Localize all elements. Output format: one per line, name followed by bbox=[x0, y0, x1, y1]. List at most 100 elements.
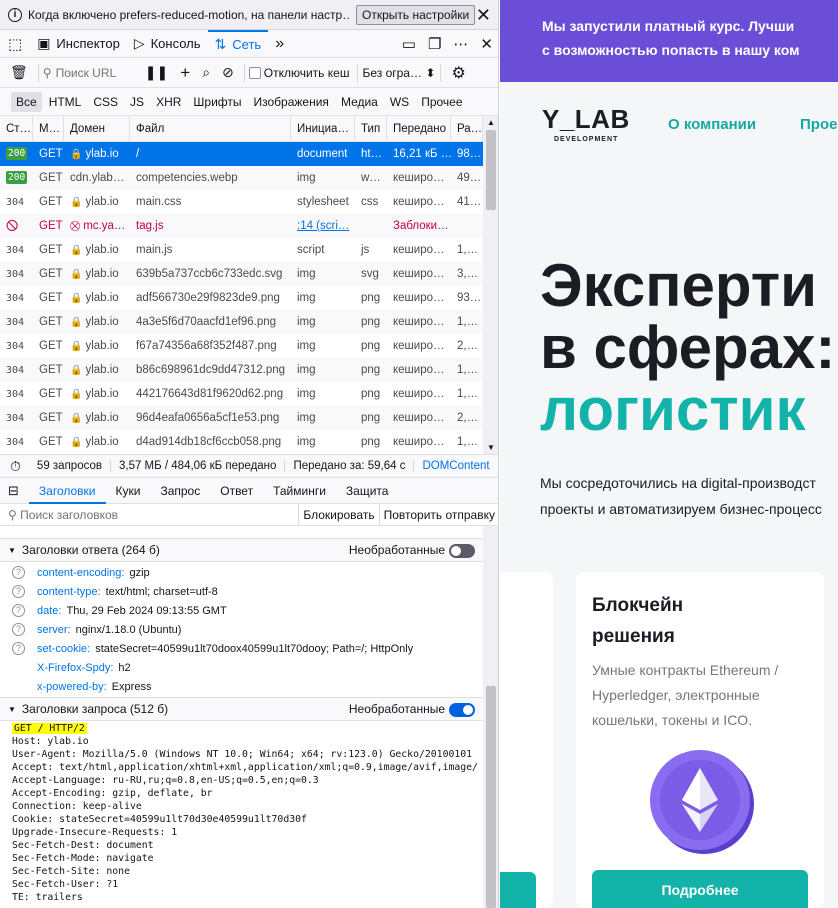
tab-security[interactable]: Защита bbox=[336, 478, 399, 504]
cell-domain: 🔒 ylab.io bbox=[64, 310, 130, 334]
promo-banner[interactable]: Мы запустили платный курс. Лучши с возмо… bbox=[500, 0, 838, 82]
filter-media[interactable]: Медиа bbox=[336, 92, 383, 112]
response-header-row[interactable]: ? date: Thu, 29 Feb 2024 09:13:55 GMT bbox=[0, 601, 483, 620]
col-status[interactable]: Ст… bbox=[0, 116, 33, 142]
response-header-row[interactable]: x-powered-by: Express bbox=[0, 677, 483, 696]
close-icon[interactable]: ✕ bbox=[476, 5, 491, 26]
tab-response[interactable]: Ответ bbox=[210, 478, 263, 504]
tab-console[interactable]: ▷ Консоль bbox=[127, 30, 208, 58]
filter-other[interactable]: Прочее bbox=[416, 92, 467, 112]
tab-request[interactable]: Запрос bbox=[150, 478, 210, 504]
tab-cookies[interactable]: Куки bbox=[106, 478, 151, 504]
scroll-down-icon[interactable]: ▼ bbox=[487, 443, 495, 452]
request-row[interactable]: 🛇 GET ⛒ mc.ya… tag.js:14 (scri… Заблоки… bbox=[0, 214, 483, 238]
trash-icon[interactable]: 🗑 bbox=[10, 64, 28, 81]
tab-console-label: Консоль bbox=[150, 36, 201, 51]
filter-js[interactable]: JS bbox=[125, 92, 149, 112]
request-row[interactable]: 304 GET 🔒 ylab.io f67a74356a68f352f487.png im… bbox=[0, 334, 483, 358]
dock-icon[interactable]: ❐ bbox=[428, 35, 441, 53]
help-icon[interactable]: ? bbox=[12, 642, 25, 655]
sidebar-toggle-icon[interactable]: ⊟ bbox=[8, 483, 19, 499]
raw-response-toggle[interactable] bbox=[449, 544, 475, 558]
cell-method: GET bbox=[39, 388, 63, 400]
filter-css[interactable]: CSS bbox=[88, 92, 123, 112]
search-icon[interactable]: ⌕ bbox=[202, 64, 210, 81]
more-options-icon[interactable]: ⋯ bbox=[453, 35, 468, 53]
throttle-select[interactable]: Без огра… ⬍ bbox=[362, 66, 436, 80]
request-row[interactable]: 304 GET 🔒 ylab.io 442176643d81f9620d62.png im… bbox=[0, 382, 483, 406]
request-row[interactable]: 200 GET cdn.ylab… competencies.webp img w… кеш… bbox=[0, 166, 483, 190]
request-row[interactable]: 200 GET 🔒 ylab.io / document ht… 16,21 кБ … 98… bbox=[0, 142, 483, 166]
resend-button[interactable]: Повторить отправку bbox=[378, 503, 498, 526]
close-devtools-icon[interactable]: ✕ bbox=[480, 35, 493, 53]
more-button[interactable]: Подробнее bbox=[592, 870, 808, 908]
response-header-row[interactable]: ? content-type: text/html; charset=utf-8 bbox=[0, 582, 483, 601]
requests-scrollbar[interactable]: ▲ ▼ bbox=[483, 116, 498, 454]
nav-about[interactable]: О компании bbox=[668, 116, 756, 133]
help-icon[interactable]: ? bbox=[12, 623, 25, 636]
more-tabs-icon[interactable]: » bbox=[268, 30, 291, 58]
card-prev-button[interactable] bbox=[500, 872, 536, 908]
divider bbox=[37, 63, 39, 82]
hero-line-1: Эксперти bbox=[540, 252, 818, 319]
add-icon[interactable]: + bbox=[180, 63, 190, 83]
filter-xhr[interactable]: XHR bbox=[151, 92, 186, 112]
headers-scrollbar[interactable] bbox=[483, 526, 498, 908]
filter-html[interactable]: HTML bbox=[44, 92, 87, 112]
response-header-row[interactable]: ? set-cookie: stateSecret=40599u1lt70doox4… bbox=[0, 639, 483, 658]
gear-icon[interactable]: ⚙ bbox=[451, 63, 465, 83]
response-headers-section[interactable]: ▼ Заголовки ответа (264 б) Необработанны… bbox=[0, 538, 483, 562]
nav-projects[interactable]: Прое bbox=[800, 116, 837, 133]
logo[interactable]: Y_LAB bbox=[542, 104, 630, 135]
col-transferred[interactable]: Передано bbox=[387, 116, 451, 142]
disable-cache-checkbox[interactable]: Отключить кеш bbox=[248, 66, 349, 80]
type-filters: Все HTML CSS JS XHR Шрифты Изображения М… bbox=[0, 88, 498, 116]
col-method[interactable]: М… bbox=[33, 116, 64, 142]
response-header-row[interactable]: X-Firefox-Spdy: h2 bbox=[0, 658, 483, 677]
col-domain[interactable]: Домен bbox=[64, 116, 130, 142]
filter-headers-input[interactable]: ⚲ Поиск заголовков bbox=[0, 508, 298, 522]
col-initiator[interactable]: Инициа… bbox=[291, 116, 355, 142]
tab-headers[interactable]: Заголовки bbox=[28, 478, 106, 504]
block-icon[interactable]: ⊘ bbox=[222, 64, 234, 81]
request-line: GET / HTTP/2 bbox=[12, 723, 87, 734]
filter-headers-placeholder: Поиск заголовков bbox=[20, 507, 119, 522]
block-button[interactable]: Блокировать bbox=[298, 503, 378, 526]
lock-icon: 🔒 bbox=[70, 317, 83, 328]
filter-all[interactable]: Все bbox=[11, 91, 42, 112]
scrollbar-thumb[interactable] bbox=[486, 686, 496, 908]
lock-icon: 🔒 bbox=[70, 341, 83, 352]
element-picker-icon[interactable]: ⬚ bbox=[0, 30, 30, 58]
tab-inspector[interactable]: ▣ Инспектор bbox=[30, 30, 127, 58]
request-row[interactable]: 304 GET 🔒 ylab.io 4a3e5f6d70aacfd1ef96.png im… bbox=[0, 310, 483, 334]
filter-ws[interactable]: WS bbox=[385, 92, 414, 112]
pause-icon[interactable]: ❚❚ bbox=[145, 64, 168, 81]
request-row[interactable]: 304 GET 🔒 ylab.io 96d4eafa0656a5cf1e53.png im… bbox=[0, 406, 483, 430]
tab-network[interactable]: ⇅ Сеть bbox=[207, 29, 269, 58]
help-icon[interactable]: ? bbox=[12, 566, 25, 579]
request-row[interactable]: 304 GET 🔒 ylab.io main.js script js кеширо… 1,… bbox=[0, 238, 483, 262]
request-row[interactable]: 304 GET 🔒 ylab.io d4ad914db18cf6ccb058.png im… bbox=[0, 430, 483, 454]
status-badge: 200 bbox=[6, 147, 28, 161]
request-row[interactable]: 304 GET 🔒 ylab.io adf566730e29f9823de9.png im… bbox=[0, 286, 483, 310]
request-row[interactable]: 304 GET 🔒 ylab.io 639b5a737ccb6c733edc.svg im… bbox=[0, 262, 483, 286]
scroll-up-icon[interactable]: ▲ bbox=[487, 118, 495, 127]
request-row[interactable]: 304 GET 🔒 ylab.io main.css stylesheet css кешир… bbox=[0, 190, 483, 214]
col-file[interactable]: Файл bbox=[130, 116, 291, 142]
open-settings-button[interactable]: Открыть настройки bbox=[356, 4, 476, 25]
response-header-row[interactable]: ? content-encoding: gzip bbox=[0, 563, 483, 582]
col-size[interactable]: Ра… bbox=[451, 116, 483, 142]
filter-fonts[interactable]: Шрифты bbox=[188, 92, 246, 112]
filter-images[interactable]: Изображения bbox=[249, 92, 334, 112]
responsive-design-icon[interactable]: ▭ bbox=[402, 35, 416, 53]
help-icon[interactable]: ? bbox=[12, 585, 25, 598]
request-headers-section[interactable]: ▼ Заголовки запроса (512 б) Необработанн… bbox=[0, 697, 483, 721]
url-filter-input[interactable]: ⚲ Поиск URL bbox=[43, 66, 139, 80]
raw-request-toggle[interactable] bbox=[449, 703, 475, 717]
help-icon[interactable]: ? bbox=[12, 604, 25, 617]
response-header-row[interactable]: ? server: nginx/1.18.0 (Ubuntu) bbox=[0, 620, 483, 639]
scrollbar-thumb[interactable] bbox=[486, 130, 496, 210]
request-row[interactable]: 304 GET 🔒 ylab.io b86c698961dc9dd47312.png im… bbox=[0, 358, 483, 382]
col-type[interactable]: Тип bbox=[355, 116, 387, 142]
tab-timings[interactable]: Тайминги bbox=[263, 478, 336, 504]
